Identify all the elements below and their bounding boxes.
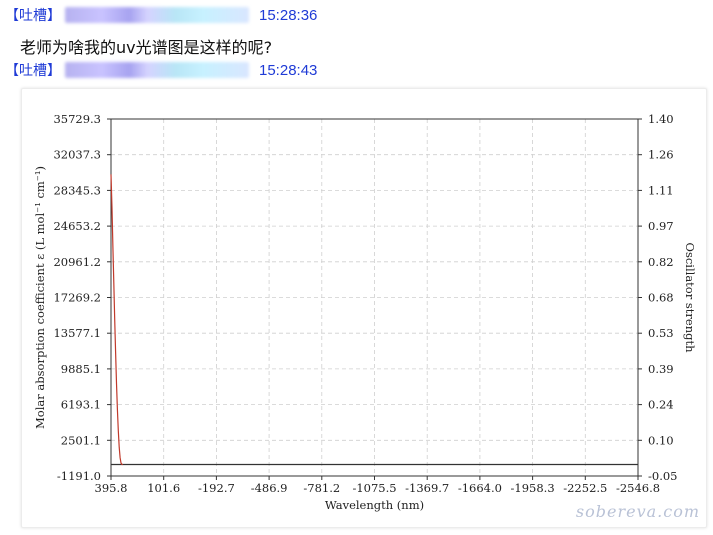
y-tick-label: 17269.2 [53, 291, 101, 305]
y-right-tick-label: -0.05 [648, 469, 678, 483]
message-header-1: 【吐槽】 15:28:36 [5, 4, 317, 26]
message-text: 老师为啥我的uv光谱图是这样的呢? [20, 38, 273, 57]
x-tick-label: -192.7 [198, 481, 235, 495]
uv-spectrum-chart: 395.8 101.6 -192.7 -486.9 -781.2 -1075.5 -1369… [33, 112, 697, 512]
x-tick-label: -2252.5 [563, 481, 607, 495]
y-tick-label: 2501.1 [61, 433, 101, 447]
x-tick-label: -2546.8 [616, 481, 660, 495]
x-tick-label: -1958.3 [511, 481, 555, 495]
y-tick-label: 28345.3 [53, 183, 101, 197]
y-tick-label: 13577.1 [53, 326, 101, 340]
y-right-tick-label: 0.53 [648, 326, 674, 340]
x-tick-label: -1664.0 [458, 481, 502, 495]
blurred-username [65, 62, 249, 78]
x-tick-label: -781.2 [303, 481, 340, 495]
y-right-tick-label: 0.24 [648, 398, 674, 412]
uv-spectrum-image: 395.8 101.6 -192.7 -486.9 -781.2 -1075.5 -1369… [21, 88, 707, 528]
y-tick-label: -1191.0 [57, 469, 101, 483]
y-axis-label: Molar absorption coefficient ε (L mol⁻¹ … [33, 166, 47, 429]
x-axis-label: Wavelength (nm) [325, 498, 424, 512]
x-tick-label: -1075.5 [352, 481, 396, 495]
y-right-tick-label: 0.68 [648, 291, 674, 305]
y-right-tick-label: 0.10 [648, 433, 674, 447]
x-tick-label: -1369.7 [405, 481, 449, 495]
message-tag: 【吐槽】 [5, 7, 61, 23]
y-right-tick-label: 0.39 [648, 362, 674, 376]
x-tick-label: -486.9 [251, 481, 288, 495]
y-right-tick-label: 1.11 [648, 183, 674, 197]
y-tick-label: 35729.3 [53, 112, 101, 126]
message-tag: 【吐槽】 [5, 62, 61, 78]
watermark: sobereva.com [575, 502, 700, 521]
message-header-2: 【吐槽】 15:28:43 [5, 59, 317, 81]
message-time: 15:28:43 [259, 61, 318, 79]
y-right-tick-label: 1.40 [648, 112, 674, 126]
y-tick-label: 6193.1 [61, 398, 101, 412]
y-right-tick-label: 0.97 [648, 219, 674, 233]
spectrum-curve [110, 174, 123, 466]
message-time: 15:28:36 [259, 6, 318, 24]
y-tick-label: 9885.1 [61, 362, 101, 376]
y-tick-label: 24653.2 [53, 219, 101, 233]
y-right-tick-label: 0.82 [648, 255, 674, 269]
y-right-axis-label: Oscillator strength [683, 243, 697, 354]
y-right-tick-label: 1.26 [648, 148, 674, 162]
blurred-username [65, 7, 249, 23]
y-tick-label: 20961.2 [53, 255, 101, 269]
y-tick-label: 32037.3 [53, 148, 101, 162]
x-tick-label: 395.8 [95, 481, 128, 495]
x-tick-label: 101.6 [147, 481, 180, 495]
